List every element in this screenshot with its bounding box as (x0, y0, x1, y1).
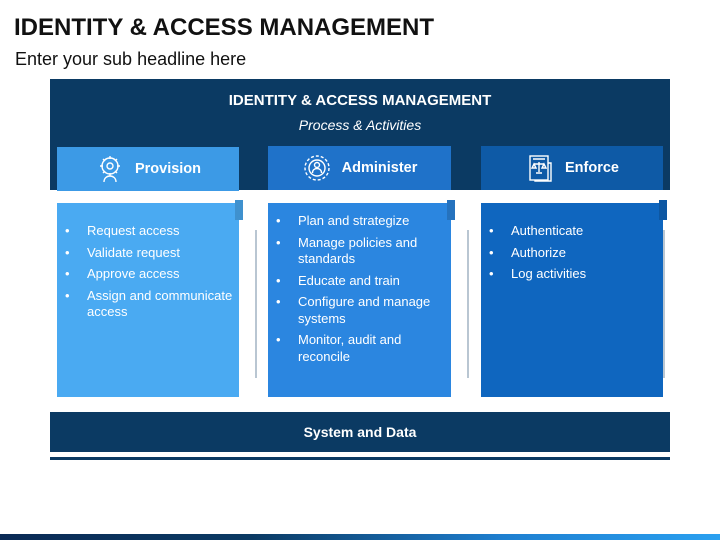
user-gear-icon (95, 154, 125, 184)
enforce-box: Authenticate Authorize Log activities (481, 203, 663, 397)
bracket-right (663, 230, 665, 378)
list-item: Manage policies and standards (268, 235, 451, 268)
tab-enforce: Enforce (481, 146, 663, 190)
provision-list: Request access Validate request Approve … (57, 203, 239, 321)
tab-administer: Administer (268, 146, 451, 190)
footer-band: System and Data (50, 412, 670, 452)
tab-provision: Provision (57, 147, 239, 191)
slide-subtitle: Enter your sub headline here (15, 49, 247, 69)
diagram-title: IDENTITY & ACCESS MANAGEMENT (228, 92, 492, 109)
bracket-center-left (255, 230, 257, 378)
list-item: Configure and manage systems (268, 294, 451, 327)
slide-title: IDENTITY & ACCESS MANAGEMENT (14, 14, 435, 41)
list-item: Log activities (481, 266, 663, 283)
bottom-accent-bar (0, 534, 720, 540)
list-item: Monitor, audit and reconcile (268, 332, 451, 365)
list-item: Authenticate (481, 223, 663, 240)
footer-label: System and Data (303, 424, 417, 440)
settings-person-icon (302, 153, 332, 183)
list-item: Plan and strategize (268, 213, 451, 230)
administer-box: Plan and strategize Manage policies and … (268, 203, 451, 397)
footer-divider (50, 457, 670, 460)
list-item: Request access (57, 223, 239, 240)
list-item: Educate and train (268, 273, 451, 290)
list-item: Approve access (57, 266, 239, 283)
document-scale-icon (525, 153, 555, 183)
list-item: Authorize (481, 245, 663, 262)
list-item: Validate request (57, 245, 239, 262)
tab-enforce-label: Enforce (565, 160, 619, 176)
enforce-list: Authenticate Authorize Log activities (481, 203, 663, 283)
tab-administer-label: Administer (341, 160, 418, 176)
administer-list: Plan and strategize Manage policies and … (268, 203, 451, 365)
tab-provision-label: Provision (134, 161, 202, 177)
bracket-center-right (467, 230, 469, 378)
diagram-subtitle: Process & Activities (298, 117, 422, 133)
provision-box: Request access Validate request Approve … (57, 203, 239, 397)
list-item: Assign and communicate access (57, 288, 239, 321)
